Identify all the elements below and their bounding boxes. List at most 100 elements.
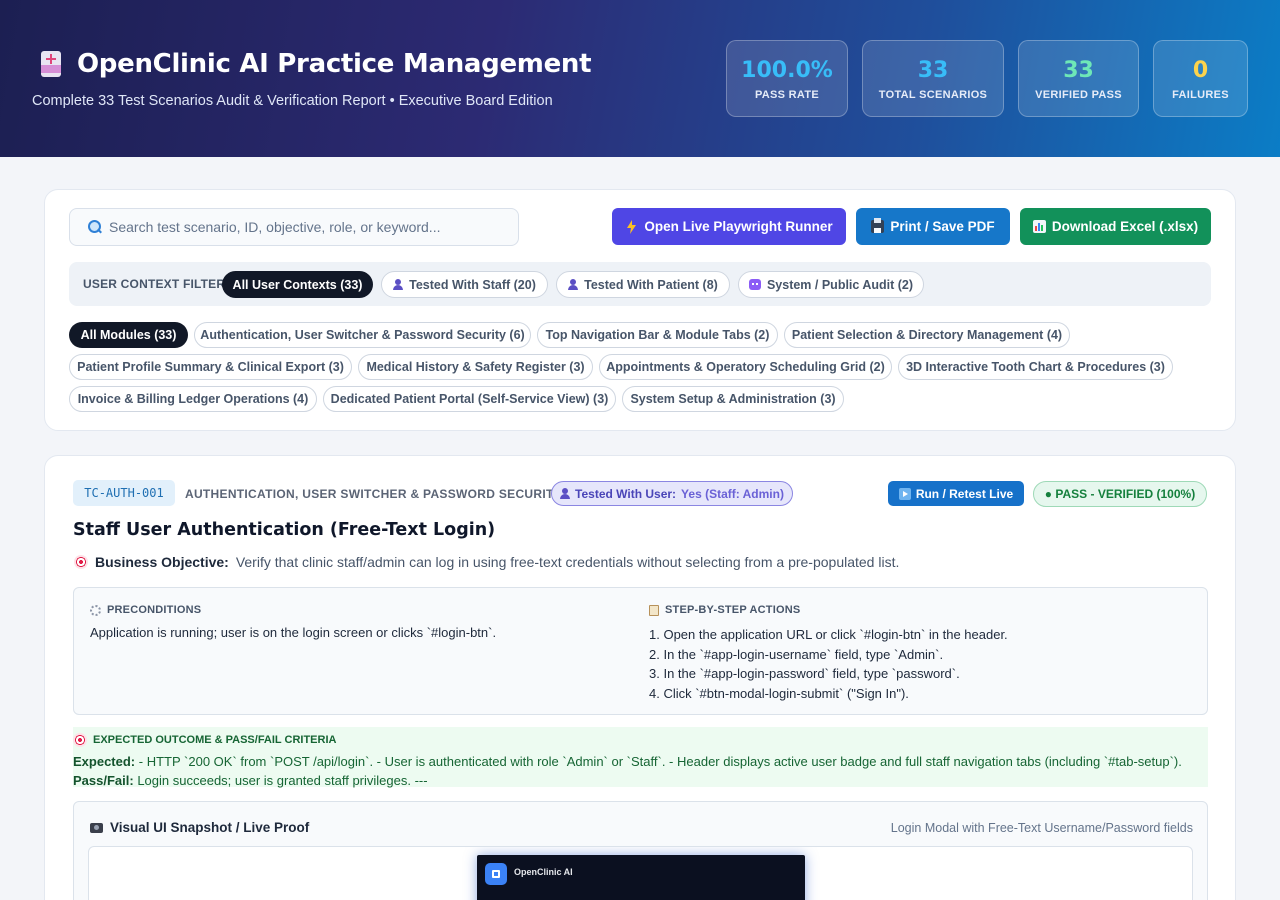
target-icon: [73, 733, 87, 747]
chip-label: Tested With Patient (8): [584, 277, 718, 292]
gear-icon: [90, 604, 101, 616]
report-header: OpenClinic AI Practice Management Comple…: [0, 0, 1280, 157]
button-label: Print / Save PDF: [890, 219, 995, 234]
person-icon: [560, 488, 571, 499]
app-logo-icon: [485, 863, 507, 885]
stat-pass-rate: 100.0% PASS RATE: [726, 40, 848, 117]
objective-label: Business Objective:: [95, 554, 229, 570]
status-badge: ● PASS - VERIFIED (100%): [1033, 481, 1207, 507]
module-chip-tooth-chart[interactable]: 3D Interactive Tooth Chart & Procedures …: [898, 354, 1173, 380]
page-subtitle: Complete 33 Test Scenarios Audit & Verif…: [32, 93, 553, 109]
steps-heading: STEP-BY-STEP ACTIONS: [649, 604, 800, 616]
tested-with-label: Tested With User:: [575, 486, 677, 501]
snapshot-app-title: OpenClinic AI: [514, 867, 573, 877]
test-case-title: Staff User Authentication (Free-Text Log…: [73, 520, 496, 540]
stat-value: 0: [1192, 58, 1209, 83]
filter-panel: Open Live Playwright Runner Print / Save…: [44, 189, 1236, 431]
module-chip-authentication[interactable]: Authentication, User Switcher & Password…: [194, 322, 531, 348]
business-objective: Business Objective: Verify that clinic s…: [74, 554, 899, 570]
context-chip-patient[interactable]: Tested With Patient (8): [556, 271, 730, 298]
lightning-icon: [625, 220, 638, 234]
button-label: Download Excel (.xlsx): [1051, 219, 1199, 234]
person-icon: [393, 279, 404, 290]
module-chip-patient-selection[interactable]: Patient Selection & Directory Management…: [784, 322, 1070, 348]
robot-icon: [748, 279, 761, 290]
page-title: OpenClinic AI Practice Management: [77, 49, 592, 79]
preconditions-heading: PRECONDITIONS: [90, 604, 201, 616]
test-case-card: TC-AUTH-001 AUTHENTICATION, USER SWITCHE…: [44, 455, 1236, 900]
tested-with-user-badge: Tested With User: Yes (Staff: Admin): [551, 481, 793, 506]
test-case-id: TC-AUTH-001: [73, 480, 175, 506]
objective-text: Verify that clinic staff/admin can log i…: [235, 554, 900, 570]
stat-label: TOTAL SCENARIOS: [878, 89, 988, 101]
module-chip-medical-history[interactable]: Medical History & Safety Register (3): [358, 354, 593, 380]
passfail-value: Login succeeds; user is granted staff pr…: [137, 773, 428, 788]
target-icon: [74, 555, 88, 569]
button-label: Open Live Playwright Runner: [644, 219, 833, 234]
expected-text: Expected: - HTTP `200 OK` from `POST /ap…: [73, 752, 1182, 790]
run-retest-button[interactable]: Run / Retest Live: [888, 481, 1024, 506]
context-chip-all[interactable]: All User Contexts (33): [222, 271, 373, 298]
module-chip-system-setup[interactable]: System Setup & Administration (3): [622, 386, 844, 412]
step-item: 4. Click `#btn-modal-login-submit` ("Sig…: [649, 685, 909, 701]
snapshot-frame: OpenClinic AI: [88, 846, 1193, 900]
heading-text: EXPECTED OUTCOME & PASS/FAIL CRITERIA: [93, 734, 337, 746]
stat-label: PASS RATE: [754, 89, 820, 101]
printer-icon: [871, 218, 885, 233]
step-item: 3. In the `#app-login-password` field, t…: [649, 666, 960, 681]
stat-value: 100.0%: [741, 58, 833, 83]
module-chip-patient-profile[interactable]: Patient Profile Summary & Clinical Expor…: [69, 354, 352, 380]
user-context-filter: USER CONTEXT FILTER: All User Contexts (…: [69, 262, 1211, 306]
stat-label: VERIFIED PASS: [1035, 89, 1122, 101]
download-excel-button[interactable]: Download Excel (.xlsx): [1020, 208, 1211, 245]
snapshot-caption: Login Modal with Free-Text Username/Pass…: [890, 821, 1193, 835]
module-chip-patient-portal[interactable]: Dedicated Patient Portal (Self-Service V…: [323, 386, 616, 412]
print-pdf-button[interactable]: Print / Save PDF: [856, 208, 1010, 245]
step-item: 1. Open the application URL or click `#l…: [649, 627, 1008, 642]
expected-outcome: EXPECTED OUTCOME & PASS/FAIL CRITERIA Ex…: [73, 727, 1208, 790]
context-chip-system[interactable]: System / Public Audit (2): [738, 271, 924, 298]
visual-snapshot: Visual UI Snapshot / Live Proof Login Mo…: [73, 801, 1208, 900]
steps-list: 1. Open the application URL or click `#l…: [649, 625, 1008, 703]
module-chip-navigation[interactable]: Top Navigation Bar & Module Tabs (2): [537, 322, 778, 348]
heading-text: PRECONDITIONS: [107, 604, 202, 616]
module-chip-all[interactable]: All Modules (33): [69, 322, 188, 348]
chip-label: System / Public Audit (2): [766, 277, 914, 292]
stat-value: 33: [917, 58, 949, 83]
tested-with-value: Yes (Staff: Admin): [681, 486, 784, 501]
search-icon: [88, 220, 102, 234]
expected-value: - HTTP `200 OK` from `POST /api/login`. …: [138, 754, 1182, 769]
module-chip-appointments[interactable]: Appointments & Operatory Scheduling Grid…: [599, 354, 892, 380]
open-playwright-runner-button[interactable]: Open Live Playwright Runner: [612, 208, 846, 245]
context-filter-label: USER CONTEXT FILTER:: [83, 277, 230, 291]
chip-label: All User Contexts (33): [232, 277, 363, 292]
snapshot-heading: Visual UI Snapshot / Live Proof: [90, 820, 309, 835]
heading-text: STEP-BY-STEP ACTIONS: [665, 604, 801, 616]
brand: OpenClinic AI Practice Management: [37, 49, 592, 79]
module-chip-invoice[interactable]: Invoice & Billing Ledger Operations (4): [69, 386, 317, 412]
passfail-label: Pass/Fail:: [73, 773, 134, 788]
bar-chart-icon: [1032, 220, 1046, 233]
preconditions-and-steps: PRECONDITIONS Application is running; us…: [73, 587, 1208, 715]
stat-label: FAILURES: [1172, 89, 1229, 101]
test-case-module: AUTHENTICATION, USER SWITCHER & PASSWORD…: [185, 487, 562, 501]
snapshot-image: OpenClinic AI: [477, 855, 805, 900]
heading-text: Visual UI Snapshot / Live Proof: [110, 820, 310, 835]
search-input[interactable]: [109, 219, 509, 235]
play-icon: [898, 487, 911, 500]
step-item: 2. In the `#app-login-username` field, t…: [649, 646, 944, 662]
stat-failures: 0 FAILURES: [1153, 40, 1248, 117]
stat-total-scenarios: 33 TOTAL SCENARIOS: [862, 40, 1004, 117]
camera-icon: [90, 822, 103, 833]
button-label: Run / Retest Live: [915, 486, 1014, 501]
person-icon: [568, 279, 579, 290]
stat-value: 33: [1063, 58, 1094, 83]
chip-label: Tested With Staff (20): [409, 277, 536, 292]
stat-verified-pass: 33 VERIFIED PASS: [1018, 40, 1139, 117]
context-chip-staff[interactable]: Tested With Staff (20): [381, 271, 548, 298]
hospital-icon: [37, 49, 65, 79]
preconditions-text: Application is running; user is on the l…: [90, 625, 497, 640]
search-box[interactable]: [69, 208, 519, 246]
expected-label: Expected:: [73, 754, 136, 769]
expected-heading: EXPECTED OUTCOME & PASS/FAIL CRITERIA: [73, 733, 336, 747]
